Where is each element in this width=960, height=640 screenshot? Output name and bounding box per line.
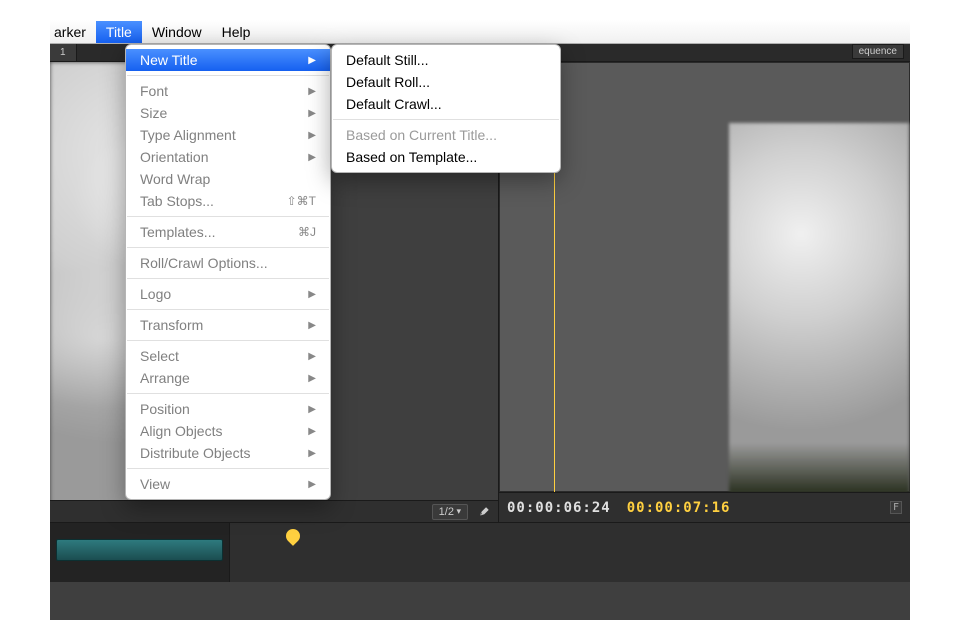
- menubar: arker Title Window Help: [50, 20, 910, 44]
- menu-item-label: View: [140, 476, 170, 492]
- menu-item-distribute-objects[interactable]: Distribute Objects ▶: [126, 442, 330, 464]
- app-frame: arker Title Window Help 1 equence 1/2 ▾: [50, 20, 910, 620]
- timecode-bar: 00:00:06:24 00:00:07:16 F: [499, 492, 910, 522]
- submenu-item-based-on-template[interactable]: Based on Template...: [332, 146, 560, 168]
- menu-separator: [127, 340, 329, 341]
- menu-item-label: Orientation: [140, 149, 208, 165]
- submenu-item-default-still[interactable]: Default Still...: [332, 49, 560, 71]
- menu-item-label: Templates...: [140, 224, 215, 240]
- menu-item-label: Distribute Objects: [140, 445, 250, 461]
- fx-badge: F: [890, 501, 902, 514]
- menu-item-label: Default Still...: [346, 52, 428, 68]
- menu-item-label: Select: [140, 348, 179, 364]
- zoom-label: 1/2: [439, 506, 454, 518]
- menu-shortcut: ⇧⌘T: [287, 194, 316, 208]
- menu-item-orientation[interactable]: Orientation ▶: [126, 146, 330, 168]
- submenu-arrow-icon: ▶: [308, 55, 316, 66]
- submenu-arrow-icon: ▶: [308, 479, 316, 490]
- chevron-down-icon: ▾: [454, 506, 461, 517]
- menu-item-label: Roll/Crawl Options...: [140, 255, 268, 271]
- menu-item-arrange[interactable]: Arrange ▶: [126, 367, 330, 389]
- submenu-item-based-on-current-title: Based on Current Title...: [332, 124, 560, 146]
- menu-separator: [333, 119, 559, 120]
- menu-marker-partial[interactable]: arker: [50, 21, 96, 43]
- menu-item-label: Tab Stops...: [140, 193, 214, 209]
- menu-shortcut: ⌘J: [298, 225, 316, 239]
- menu-item-roll-crawl-options[interactable]: Roll/Crawl Options...: [126, 252, 330, 274]
- menu-separator: [127, 75, 329, 76]
- menu-item-label: Font: [140, 83, 168, 99]
- menu-item-label: Based on Current Title...: [346, 127, 497, 143]
- menu-item-templates[interactable]: Templates... ⌘J: [126, 221, 330, 243]
- timeline-track-header[interactable]: [50, 523, 230, 582]
- menu-item-label: Default Crawl...: [346, 96, 442, 112]
- menu-item-word-wrap[interactable]: Word Wrap: [126, 168, 330, 190]
- menu-item-label: Word Wrap: [140, 171, 210, 187]
- in-point-timecode[interactable]: 00:00:07:16: [627, 500, 731, 516]
- menu-item-tab-stops[interactable]: Tab Stops... ⇧⌘T: [126, 190, 330, 212]
- menu-item-logo[interactable]: Logo ▶: [126, 283, 330, 305]
- menu-separator: [127, 216, 329, 217]
- submenu-arrow-icon: ▶: [308, 289, 316, 300]
- menu-item-label: Position: [140, 401, 190, 417]
- timeline-marker-icon[interactable]: [283, 526, 303, 546]
- program-preview-image: [729, 123, 909, 493]
- current-timecode[interactable]: 00:00:06:24: [507, 500, 611, 516]
- menu-item-label: Transform: [140, 317, 203, 333]
- menu-help[interactable]: Help: [212, 21, 261, 43]
- menu-item-transform[interactable]: Transform ▶: [126, 314, 330, 336]
- submenu-arrow-icon: ▶: [308, 426, 316, 437]
- timeline-ruler[interactable]: [230, 523, 910, 582]
- viewer-controls: 1/2 ▾: [50, 500, 498, 522]
- timeline-clip[interactable]: [56, 539, 223, 561]
- settings-icon[interactable]: [476, 505, 490, 519]
- panel-tab[interactable]: 1: [50, 44, 77, 61]
- menu-title[interactable]: Title: [96, 21, 142, 43]
- menu-item-label: New Title: [140, 52, 198, 68]
- menu-item-label: Type Alignment: [140, 127, 236, 143]
- menu-item-label: Align Objects: [140, 423, 222, 439]
- submenu-arrow-icon: ▶: [308, 373, 316, 384]
- submenu-arrow-icon: ▶: [308, 130, 316, 141]
- submenu-item-default-roll[interactable]: Default Roll...: [332, 71, 560, 93]
- title-menu-dropdown: New Title ▶ Font ▶ Size ▶ Type Alignment…: [125, 44, 331, 500]
- menu-item-label: Size: [140, 105, 167, 121]
- menu-item-new-title[interactable]: New Title ▶: [126, 49, 330, 71]
- menu-item-label: Logo: [140, 286, 171, 302]
- submenu-item-default-crawl[interactable]: Default Crawl...: [332, 93, 560, 115]
- menu-item-select[interactable]: Select ▶: [126, 345, 330, 367]
- menu-item-size[interactable]: Size ▶: [126, 102, 330, 124]
- timeline-panel: [50, 522, 910, 582]
- menu-item-label: Default Roll...: [346, 74, 430, 90]
- menu-item-font[interactable]: Font ▶: [126, 80, 330, 102]
- sequence-badge: equence: [852, 44, 904, 59]
- menu-item-type-alignment[interactable]: Type Alignment ▶: [126, 124, 330, 146]
- submenu-arrow-icon: ▶: [308, 320, 316, 331]
- menu-item-align-objects[interactable]: Align Objects ▶: [126, 420, 330, 442]
- submenu-arrow-icon: ▶: [308, 448, 316, 459]
- menu-separator: [127, 247, 329, 248]
- zoom-selector[interactable]: 1/2 ▾: [432, 504, 468, 520]
- menu-separator: [127, 278, 329, 279]
- menu-item-view[interactable]: View ▶: [126, 473, 330, 495]
- menu-separator: [127, 309, 329, 310]
- menu-separator: [127, 468, 329, 469]
- new-title-submenu: Default Still... Default Roll... Default…: [331, 44, 561, 173]
- menu-item-label: Arrange: [140, 370, 190, 386]
- menu-item-position[interactable]: Position ▶: [126, 398, 330, 420]
- submenu-arrow-icon: ▶: [308, 86, 316, 97]
- submenu-arrow-icon: ▶: [308, 152, 316, 163]
- submenu-arrow-icon: ▶: [308, 108, 316, 119]
- menu-separator: [127, 393, 329, 394]
- menu-window[interactable]: Window: [142, 21, 212, 43]
- submenu-arrow-icon: ▶: [308, 404, 316, 415]
- submenu-arrow-icon: ▶: [308, 351, 316, 362]
- menu-item-label: Based on Template...: [346, 149, 477, 165]
